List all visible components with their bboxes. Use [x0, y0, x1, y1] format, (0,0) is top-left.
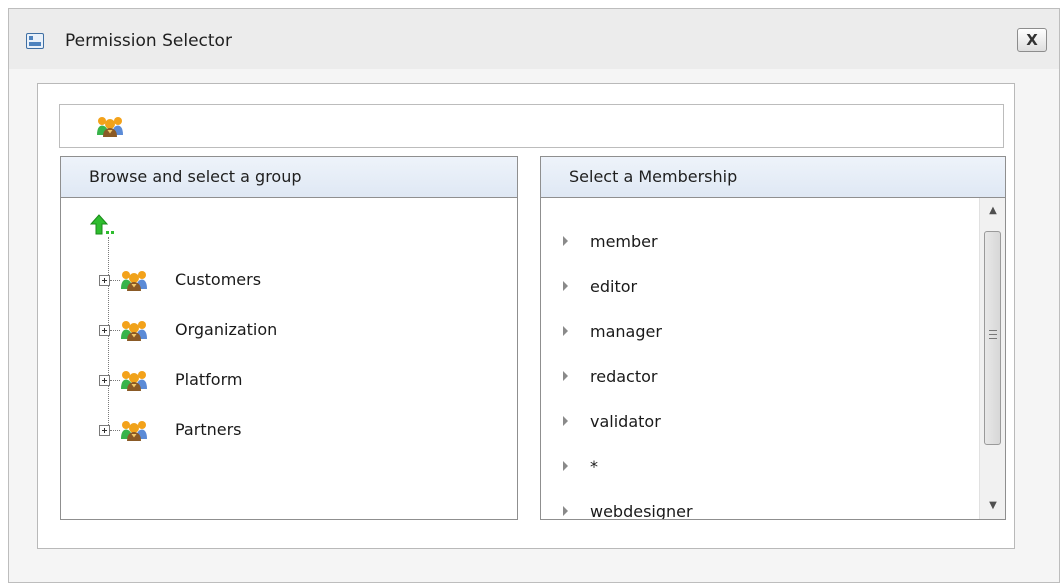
- membership-header: Select a Membership: [541, 157, 1005, 198]
- up-level-icon[interactable]: [89, 213, 125, 237]
- arrow-right-icon: [563, 371, 568, 381]
- arrow-right-icon: [563, 416, 568, 426]
- tree-node-label: Customers: [175, 270, 262, 289]
- expand-icon[interactable]: [99, 275, 110, 286]
- arrow-right-icon: [563, 326, 568, 336]
- title-bar: Permission Selector X: [9, 9, 1059, 69]
- membership-label: manager: [590, 322, 662, 341]
- scroll-down-arrow[interactable]: ▼: [980, 493, 1006, 519]
- window-title: Permission Selector: [65, 31, 232, 51]
- group-icon: [97, 117, 123, 137]
- group-icon: [121, 371, 147, 391]
- group-browser-panel: Browse and select a group Customers Orga…: [60, 156, 518, 520]
- window-icon: [26, 33, 44, 49]
- arrow-right-icon: [563, 236, 568, 246]
- group-icon: [121, 421, 147, 441]
- scroll-grip-icon: [989, 330, 997, 339]
- group-icon: [121, 321, 147, 341]
- group-browser-header: Browse and select a group: [61, 157, 517, 198]
- membership-label: validator: [590, 412, 661, 431]
- membership-label: editor: [590, 277, 638, 296]
- arrow-right-icon: [563, 281, 568, 291]
- membership-scrollbar[interactable]: ▲ ▼: [979, 198, 1005, 519]
- membership-label: redactor: [590, 367, 658, 386]
- scroll-up-arrow[interactable]: ▲: [980, 198, 1006, 224]
- membership-list: member editor manager redactor validator…: [541, 198, 977, 519]
- close-button[interactable]: X: [1017, 28, 1047, 52]
- membership-label: member: [590, 232, 658, 251]
- expand-icon[interactable]: [99, 425, 110, 436]
- group-icon: [121, 271, 147, 291]
- membership-label: webdesigner: [590, 502, 693, 519]
- tree-node-label: Organization: [175, 320, 278, 339]
- arrow-right-icon: [563, 506, 568, 516]
- selected-path-bar: [59, 104, 1004, 148]
- tree-node-label: Partners: [175, 420, 242, 439]
- expand-icon[interactable]: [99, 325, 110, 336]
- membership-label: *: [590, 457, 598, 476]
- expand-icon[interactable]: [99, 375, 110, 386]
- tree-node-label: Platform: [175, 370, 243, 389]
- membership-panel: Select a Membership member editor manage…: [540, 156, 1006, 520]
- arrow-right-icon: [563, 461, 568, 471]
- scroll-thumb[interactable]: [984, 231, 1001, 445]
